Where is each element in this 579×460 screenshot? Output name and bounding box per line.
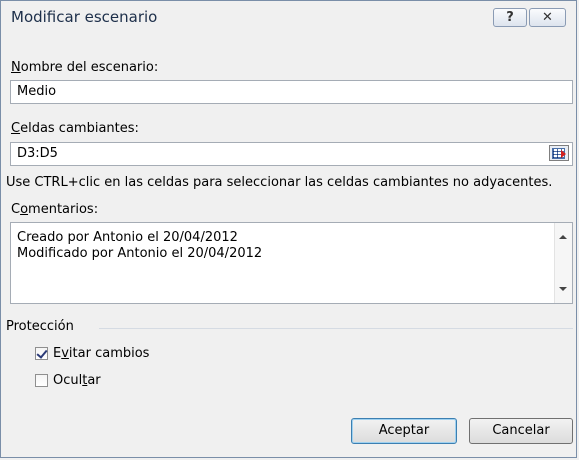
changing-cells-label: Celdas cambiantes:: [11, 121, 139, 136]
help-icon: ?: [506, 10, 514, 25]
close-button[interactable]: ✕: [529, 8, 566, 27]
changing-cells-value: D3:D5: [17, 146, 58, 161]
prevent-changes-label: Evitar cambios: [53, 346, 150, 361]
vertical-scrollbar[interactable]: [554, 223, 572, 303]
window-title: Modificar escenario: [11, 8, 158, 26]
hint-text: Use CTRL+clic en las celdas para selecci…: [6, 175, 553, 190]
close-icon: ✕: [542, 10, 553, 25]
comment-line: Creado por Antonio el 20/04/2012: [17, 230, 238, 245]
scenario-name-label: Nombre del escenario:: [11, 60, 159, 75]
comment-line: Modificado por Antonio el 20/04/2012: [17, 246, 263, 261]
changing-cells-input[interactable]: D3:D5: [10, 142, 573, 166]
modify-scenario-dialog: Modificar escenario ? ✕ Nombre del escen…: [0, 0, 577, 458]
comments-textarea[interactable]: Creado por Antonio el 20/04/2012 Modific…: [10, 222, 573, 304]
range-select-icon[interactable]: [549, 145, 569, 161]
group-divider: [99, 328, 573, 329]
title-bar: Modificar escenario ? ✕: [1, 1, 576, 34]
cancel-button[interactable]: Cancelar: [469, 418, 573, 444]
prevent-changes-checkbox[interactable]: [35, 347, 48, 360]
scenario-name-value: Medio: [17, 84, 57, 99]
comments-label: Comentarios:: [11, 202, 99, 217]
scenario-name-input[interactable]: Medio: [10, 80, 573, 104]
protection-group-label: Protección: [6, 319, 74, 334]
hide-checkbox[interactable]: [35, 374, 48, 387]
ok-button[interactable]: Aceptar: [351, 418, 457, 444]
scroll-up-icon[interactable]: [559, 235, 567, 239]
scroll-down-icon[interactable]: [559, 287, 567, 291]
hide-label: Ocultar: [53, 373, 101, 388]
help-button[interactable]: ?: [493, 8, 527, 27]
